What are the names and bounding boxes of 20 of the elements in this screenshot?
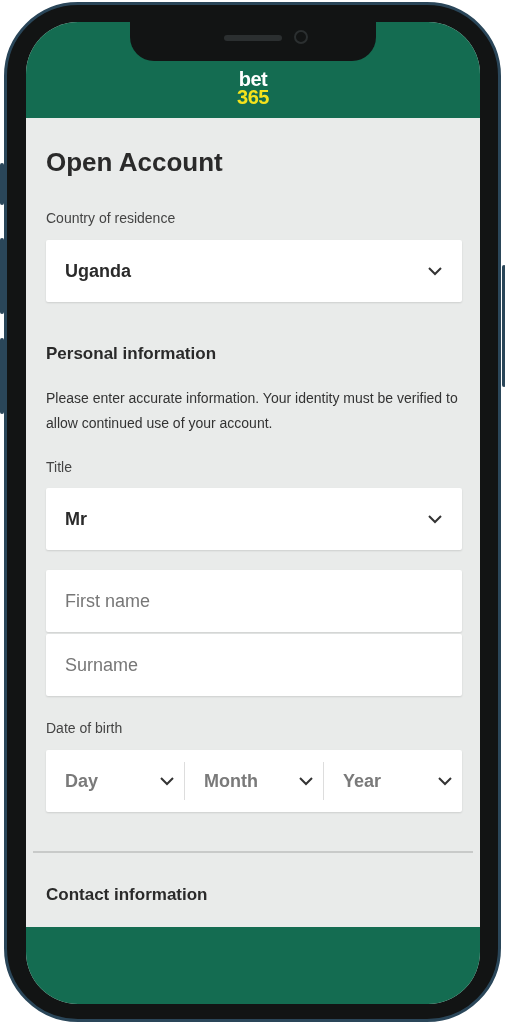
chevron-down-icon xyxy=(159,776,175,786)
title-select[interactable]: Mr xyxy=(46,488,462,550)
first-name-field[interactable]: First name xyxy=(46,570,462,632)
field-label: Date of birth xyxy=(46,719,124,737)
chevron-down-icon xyxy=(427,514,443,524)
page-title: Open Account xyxy=(46,146,224,178)
chevron-down-icon xyxy=(437,776,453,786)
chevron-down-icon xyxy=(298,776,314,786)
date-select[interactable]: Year xyxy=(324,750,462,812)
date-select[interactable]: Day xyxy=(46,750,184,812)
surname-field[interactable]: Surname xyxy=(46,634,462,696)
country-select[interactable]: Uganda xyxy=(46,240,462,302)
section-heading: Personal information xyxy=(46,343,218,365)
date-select[interactable]: Month xyxy=(185,750,323,812)
field-label: Country of residence xyxy=(46,209,177,227)
field-label: Title xyxy=(46,458,73,476)
info-text: Please enter accurate information. Your identity must be verified to allow continued use of your account. xyxy=(46,389,459,433)
section-heading: Contact information xyxy=(46,884,209,906)
chevron-down-icon xyxy=(427,266,443,276)
logo: bet 365 xyxy=(237,70,269,106)
